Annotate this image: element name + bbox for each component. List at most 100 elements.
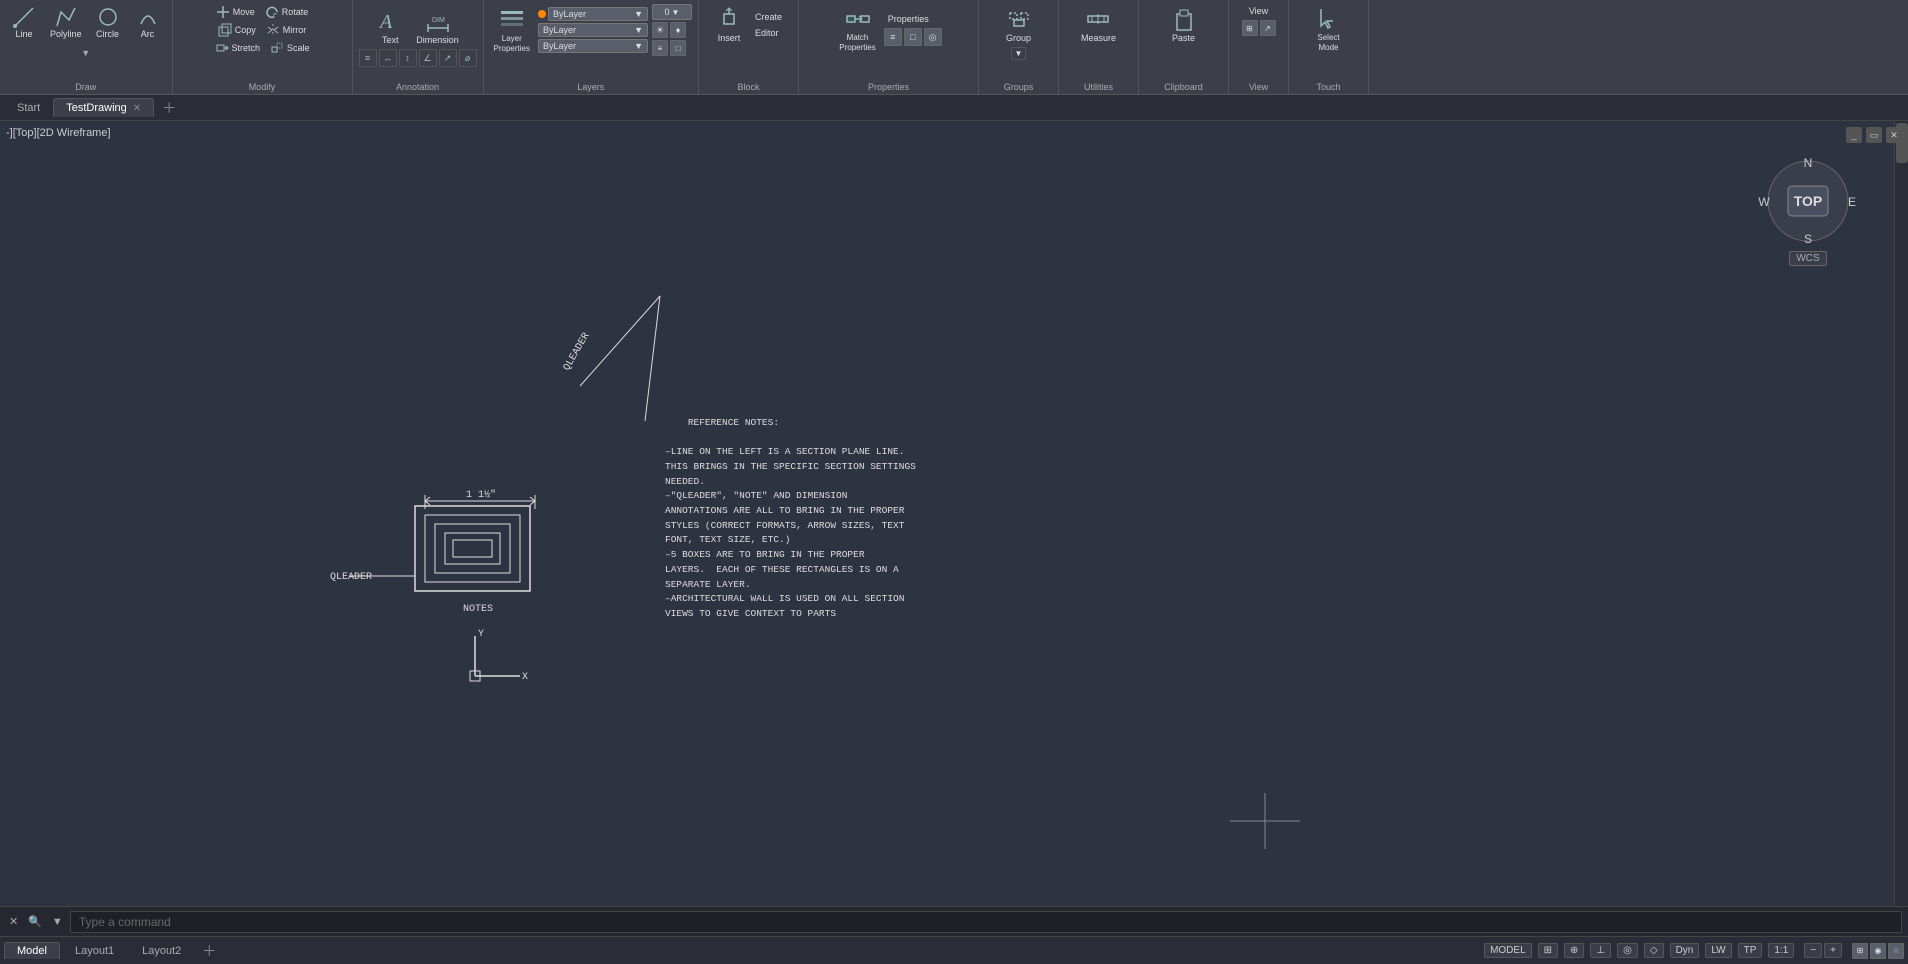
minimize-button[interactable]: _	[1846, 127, 1862, 143]
view-button[interactable]: View	[1245, 4, 1272, 18]
draw-more-button[interactable]: ▼	[76, 43, 96, 63]
annotation-section-label: Annotation	[396, 82, 439, 94]
canvas-area[interactable]: -][Top][2D Wireframe] _ ▭ ✕ N S E W TOP …	[0, 121, 1908, 906]
copy-button[interactable]: Copy	[214, 22, 260, 38]
insert-button[interactable]: Insert	[711, 4, 747, 45]
view-icon2[interactable]: ↗	[1260, 20, 1276, 36]
status-menu-icon[interactable]: ▼	[49, 914, 66, 930]
layer-icon1[interactable]: ☀	[652, 22, 668, 38]
view-section-label: View	[1249, 82, 1268, 94]
draw-section-label: Draw	[75, 82, 96, 94]
view-icon-a[interactable]: ⊞	[1852, 943, 1868, 959]
rotate-button[interactable]: Rotate	[261, 4, 313, 20]
annotation-sub4[interactable]: ∠	[419, 49, 437, 67]
status-search-icon[interactable]: 🔍	[25, 913, 45, 930]
svg-text:W: W	[1758, 195, 1770, 209]
paste-button[interactable]: Paste	[1166, 4, 1202, 45]
window-controls: _ ▭ ✕	[1846, 127, 1902, 143]
notes-label-group: NOTES	[463, 604, 493, 615]
tpmode-button[interactable]: TP	[1738, 943, 1763, 958]
polar-button[interactable]: ◎	[1617, 943, 1638, 958]
tab-close-icon[interactable]: ✕	[133, 103, 141, 114]
arc-button[interactable]: Arc	[130, 4, 166, 41]
stretch-button[interactable]: Stretch	[211, 40, 265, 56]
bottom-tab-layout2[interactable]: Layout2	[129, 942, 194, 959]
compass: N S E W TOP WCS	[1758, 151, 1858, 251]
annotation-sub5[interactable]: ↗	[439, 49, 457, 67]
circle-button[interactable]: Circle	[90, 4, 126, 41]
layer-icon3[interactable]: ≡	[652, 40, 668, 56]
command-input[interactable]	[70, 911, 1902, 933]
bottom-tab-model[interactable]: Model	[4, 942, 60, 959]
block-editor-button[interactable]: Editor	[751, 26, 786, 40]
close-button[interactable]: ✕	[1886, 127, 1902, 143]
view-icon1[interactable]: ⊞	[1242, 20, 1258, 36]
scale-display[interactable]: 1:1	[1768, 943, 1794, 958]
bottom-tab-bar: Model Layout1 Layout2 ＋ MODEL ⊞ ⊕ ⊥ ◎ ◇ …	[0, 936, 1908, 964]
annotation-sub6[interactable]: ⌀	[459, 49, 477, 67]
groups-expand-button[interactable]: ▼	[1011, 47, 1027, 60]
props-icon3[interactable]: ◎	[924, 28, 942, 46]
color-dropdown[interactable]: ByLayer ▼	[538, 23, 648, 37]
restore-button[interactable]: ▭	[1866, 127, 1882, 143]
zoom-in-button[interactable]: +	[1824, 943, 1842, 958]
measure-button[interactable]: Measure	[1077, 4, 1120, 45]
layer-icon2[interactable]: ♦	[670, 22, 686, 38]
polyline-button[interactable]: Polyline	[46, 4, 86, 41]
toolbar-section-view: View ⊞ ↗ View	[1229, 0, 1289, 94]
view-icon-b[interactable]: ◉	[1870, 943, 1886, 959]
linetype-dropdown[interactable]: ByLayer ▼	[538, 39, 648, 53]
layer-dropdown[interactable]: ByLayer ▼	[548, 7, 648, 21]
view-icon-c[interactable]: ☆	[1888, 943, 1904, 959]
tab-bar: Start TestDrawing ✕ ＋	[0, 95, 1908, 121]
line-button[interactable]: Line	[6, 4, 42, 41]
annotation-sub2[interactable]: ↔	[379, 49, 397, 67]
layout-add-button[interactable]: ＋	[196, 941, 222, 961]
props-icon2[interactable]: □	[904, 28, 922, 46]
layers-section-label: Layers	[577, 82, 604, 94]
svg-text:E: E	[1848, 195, 1856, 209]
bottom-tab-layout1[interactable]: Layout1	[62, 942, 127, 959]
dimension-button[interactable]: DIM Dimension	[412, 4, 463, 47]
status-x-button[interactable]: ✕	[6, 913, 21, 930]
svg-text:NOTES: NOTES	[463, 604, 493, 615]
snap-button[interactable]: ⊕	[1564, 943, 1584, 958]
model-space-button[interactable]: MODEL	[1484, 943, 1532, 958]
props-icon1[interactable]: ≡	[884, 28, 902, 46]
clipboard-section-label: Clipboard	[1164, 82, 1203, 94]
osnap-button[interactable]: ◇	[1644, 943, 1664, 958]
mirror-button[interactable]: Mirror	[262, 22, 311, 38]
cursor-crosshair	[1230, 793, 1300, 849]
select-mode-button[interactable]: SelectMode	[1311, 4, 1347, 54]
svg-text:TOP: TOP	[1794, 193, 1823, 209]
scale-button[interactable]: Scale	[266, 40, 314, 56]
tab-drawing[interactable]: TestDrawing ✕	[53, 98, 154, 117]
move-button[interactable]: Move	[212, 4, 259, 20]
layer-color-indicator[interactable]	[538, 10, 546, 18]
properties-panel-button[interactable]: Properties	[884, 12, 942, 26]
lw-button[interactable]: LW	[1705, 943, 1731, 958]
text-button[interactable]: A Text	[372, 4, 408, 47]
annotation-sub3[interactable]: ↕	[399, 49, 417, 67]
ortho-button[interactable]: ⊥	[1590, 943, 1611, 958]
group-button[interactable]: Group	[1001, 4, 1037, 45]
svg-text:QLEADER: QLEADER	[330, 572, 372, 583]
zoom-out-button[interactable]: −	[1804, 943, 1822, 958]
layer-properties-button[interactable]: LayerProperties	[490, 5, 534, 55]
toolbar-section-select: SelectMode Touch	[1289, 0, 1369, 94]
toolbar-section-properties: MatchProperties Properties ≡ □ ◎ Propert…	[799, 0, 979, 94]
layer-number-field[interactable]: 0 ▼	[652, 4, 692, 20]
tab-add-button[interactable]: ＋	[154, 95, 184, 121]
svg-text:N: N	[1804, 156, 1813, 170]
tab-start[interactable]: Start	[4, 98, 53, 117]
dynamic-button[interactable]: Dyn	[1670, 943, 1700, 958]
grid-button[interactable]: ⊞	[1538, 943, 1558, 958]
block-section-label: Block	[737, 82, 759, 94]
toolbar-section-clipboard: Paste Clipboard	[1139, 0, 1229, 94]
ucs-icon: Y X	[470, 629, 528, 683]
annotation-sub1[interactable]: ≡	[359, 49, 377, 67]
right-status-area: MODEL ⊞ ⊕ ⊥ ◎ ◇ Dyn LW TP 1:1 − + ⊞ ◉ ☆	[1484, 943, 1904, 959]
match-properties-button[interactable]: MatchProperties	[835, 4, 879, 54]
layer-icon4[interactable]: □	[670, 40, 686, 56]
block-create-button[interactable]: Create	[751, 10, 786, 24]
